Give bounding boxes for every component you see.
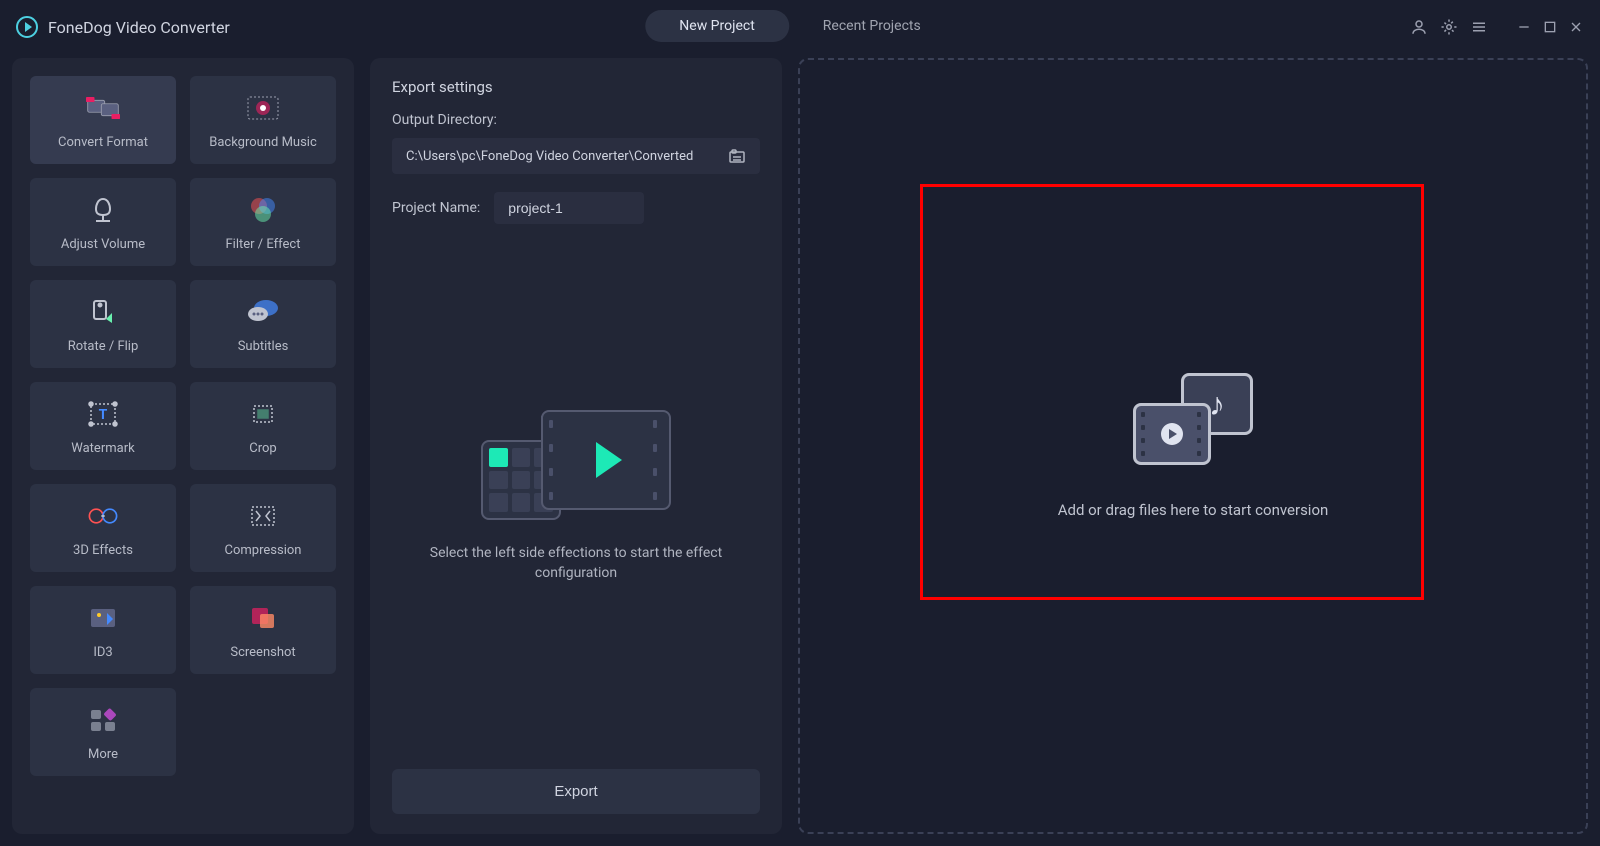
tool-crop[interactable]: Crop <box>190 382 336 470</box>
app-logo-icon <box>16 16 38 38</box>
close-icon[interactable] <box>1568 19 1584 35</box>
3d-effects-icon <box>86 499 120 533</box>
tool-label: Rotate / Flip <box>68 339 139 354</box>
titlebar: FoneDog Video Converter New Project Rece… <box>0 0 1600 54</box>
tool-label: Watermark <box>71 441 134 456</box>
maximize-icon[interactable] <box>1542 19 1558 35</box>
settings-icon[interactable] <box>1440 18 1458 36</box>
background-music-icon <box>246 91 280 125</box>
project-name-input[interactable] <box>494 192 644 224</box>
more-icon <box>86 703 120 737</box>
preview-graphic <box>481 410 671 520</box>
app-title: FoneDog Video Converter <box>48 18 230 37</box>
crop-icon <box>246 397 280 431</box>
output-directory-value: C:\Users\pc\FoneDog Video Converter\Conv… <box>406 149 693 164</box>
main-area: Convert Format Background Music Adjust V… <box>0 54 1600 846</box>
convert-format-icon <box>86 91 120 125</box>
project-name-label: Project Name: <box>392 200 480 216</box>
tool-label: Compression <box>225 543 302 558</box>
tool-label: Background Music <box>209 135 317 150</box>
tab-new-project[interactable]: New Project <box>645 10 789 42</box>
browse-folder-icon[interactable] <box>728 148 746 164</box>
tool-id3[interactable]: ID3 <box>30 586 176 674</box>
tool-adjust-volume[interactable]: Adjust Volume <box>30 178 176 266</box>
file-drop-panel[interactable]: ♪ Add or drag files here to start conver… <box>798 58 1588 834</box>
tab-recent-projects[interactable]: Recent Projects <box>789 10 955 42</box>
tool-rotate-flip[interactable]: Rotate / Flip <box>30 280 176 368</box>
id3-icon <box>86 601 120 635</box>
tool-watermark[interactable]: T Watermark <box>30 382 176 470</box>
tool-compression[interactable]: Compression <box>190 484 336 572</box>
preview-hint: Select the left side effections to start… <box>426 544 726 583</box>
output-directory-field[interactable]: C:\Users\pc\FoneDog Video Converter\Conv… <box>392 138 760 174</box>
logo-area: FoneDog Video Converter <box>16 16 230 38</box>
tool-label: ID3 <box>93 645 112 660</box>
tool-label: 3D Effects <box>73 543 133 558</box>
rotate-flip-icon <box>86 295 120 329</box>
adjust-volume-icon <box>86 193 120 227</box>
tool-filter-effect[interactable]: Filter / Effect <box>190 178 336 266</box>
window-controls <box>1516 19 1584 35</box>
export-settings-panel: Export settings Output Directory: C:\Use… <box>370 58 782 834</box>
settings-title: Export settings <box>392 78 760 96</box>
tool-screenshot[interactable]: Screenshot <box>190 586 336 674</box>
tool-more[interactable]: More <box>30 688 176 776</box>
filter-effect-icon <box>246 193 280 227</box>
tool-convert-format[interactable]: Convert Format <box>30 76 176 164</box>
tool-3d-effects[interactable]: 3D Effects <box>30 484 176 572</box>
tool-label: Adjust Volume <box>61 237 145 252</box>
tool-label: Convert Format <box>58 135 148 150</box>
account-icon[interactable] <box>1410 18 1428 36</box>
tool-label: Screenshot <box>230 645 295 660</box>
svg-text:T: T <box>99 407 108 423</box>
project-tabs: New Project Recent Projects <box>645 10 954 42</box>
screenshot-icon <box>246 601 280 635</box>
tool-label: Crop <box>249 441 276 456</box>
tool-label: Subtitles <box>238 339 289 354</box>
minimize-icon[interactable] <box>1516 19 1532 35</box>
titlebar-actions <box>1410 18 1584 36</box>
tool-subtitles[interactable]: Subtitles <box>190 280 336 368</box>
export-button[interactable]: Export <box>392 769 760 814</box>
output-directory-label: Output Directory: <box>392 112 760 128</box>
tool-background-music[interactable]: Background Music <box>190 76 336 164</box>
effect-preview-area: Select the left side effections to start… <box>392 224 760 769</box>
tool-label: More <box>88 747 118 762</box>
tool-label: Filter / Effect <box>226 237 301 252</box>
compression-icon <box>246 499 280 533</box>
subtitles-icon <box>246 295 280 329</box>
annotation-highlight <box>920 184 1424 600</box>
project-name-row: Project Name: <box>392 192 760 224</box>
menu-icon[interactable] <box>1470 18 1488 36</box>
tools-panel: Convert Format Background Music Adjust V… <box>12 58 354 834</box>
watermark-icon: T <box>86 397 120 431</box>
